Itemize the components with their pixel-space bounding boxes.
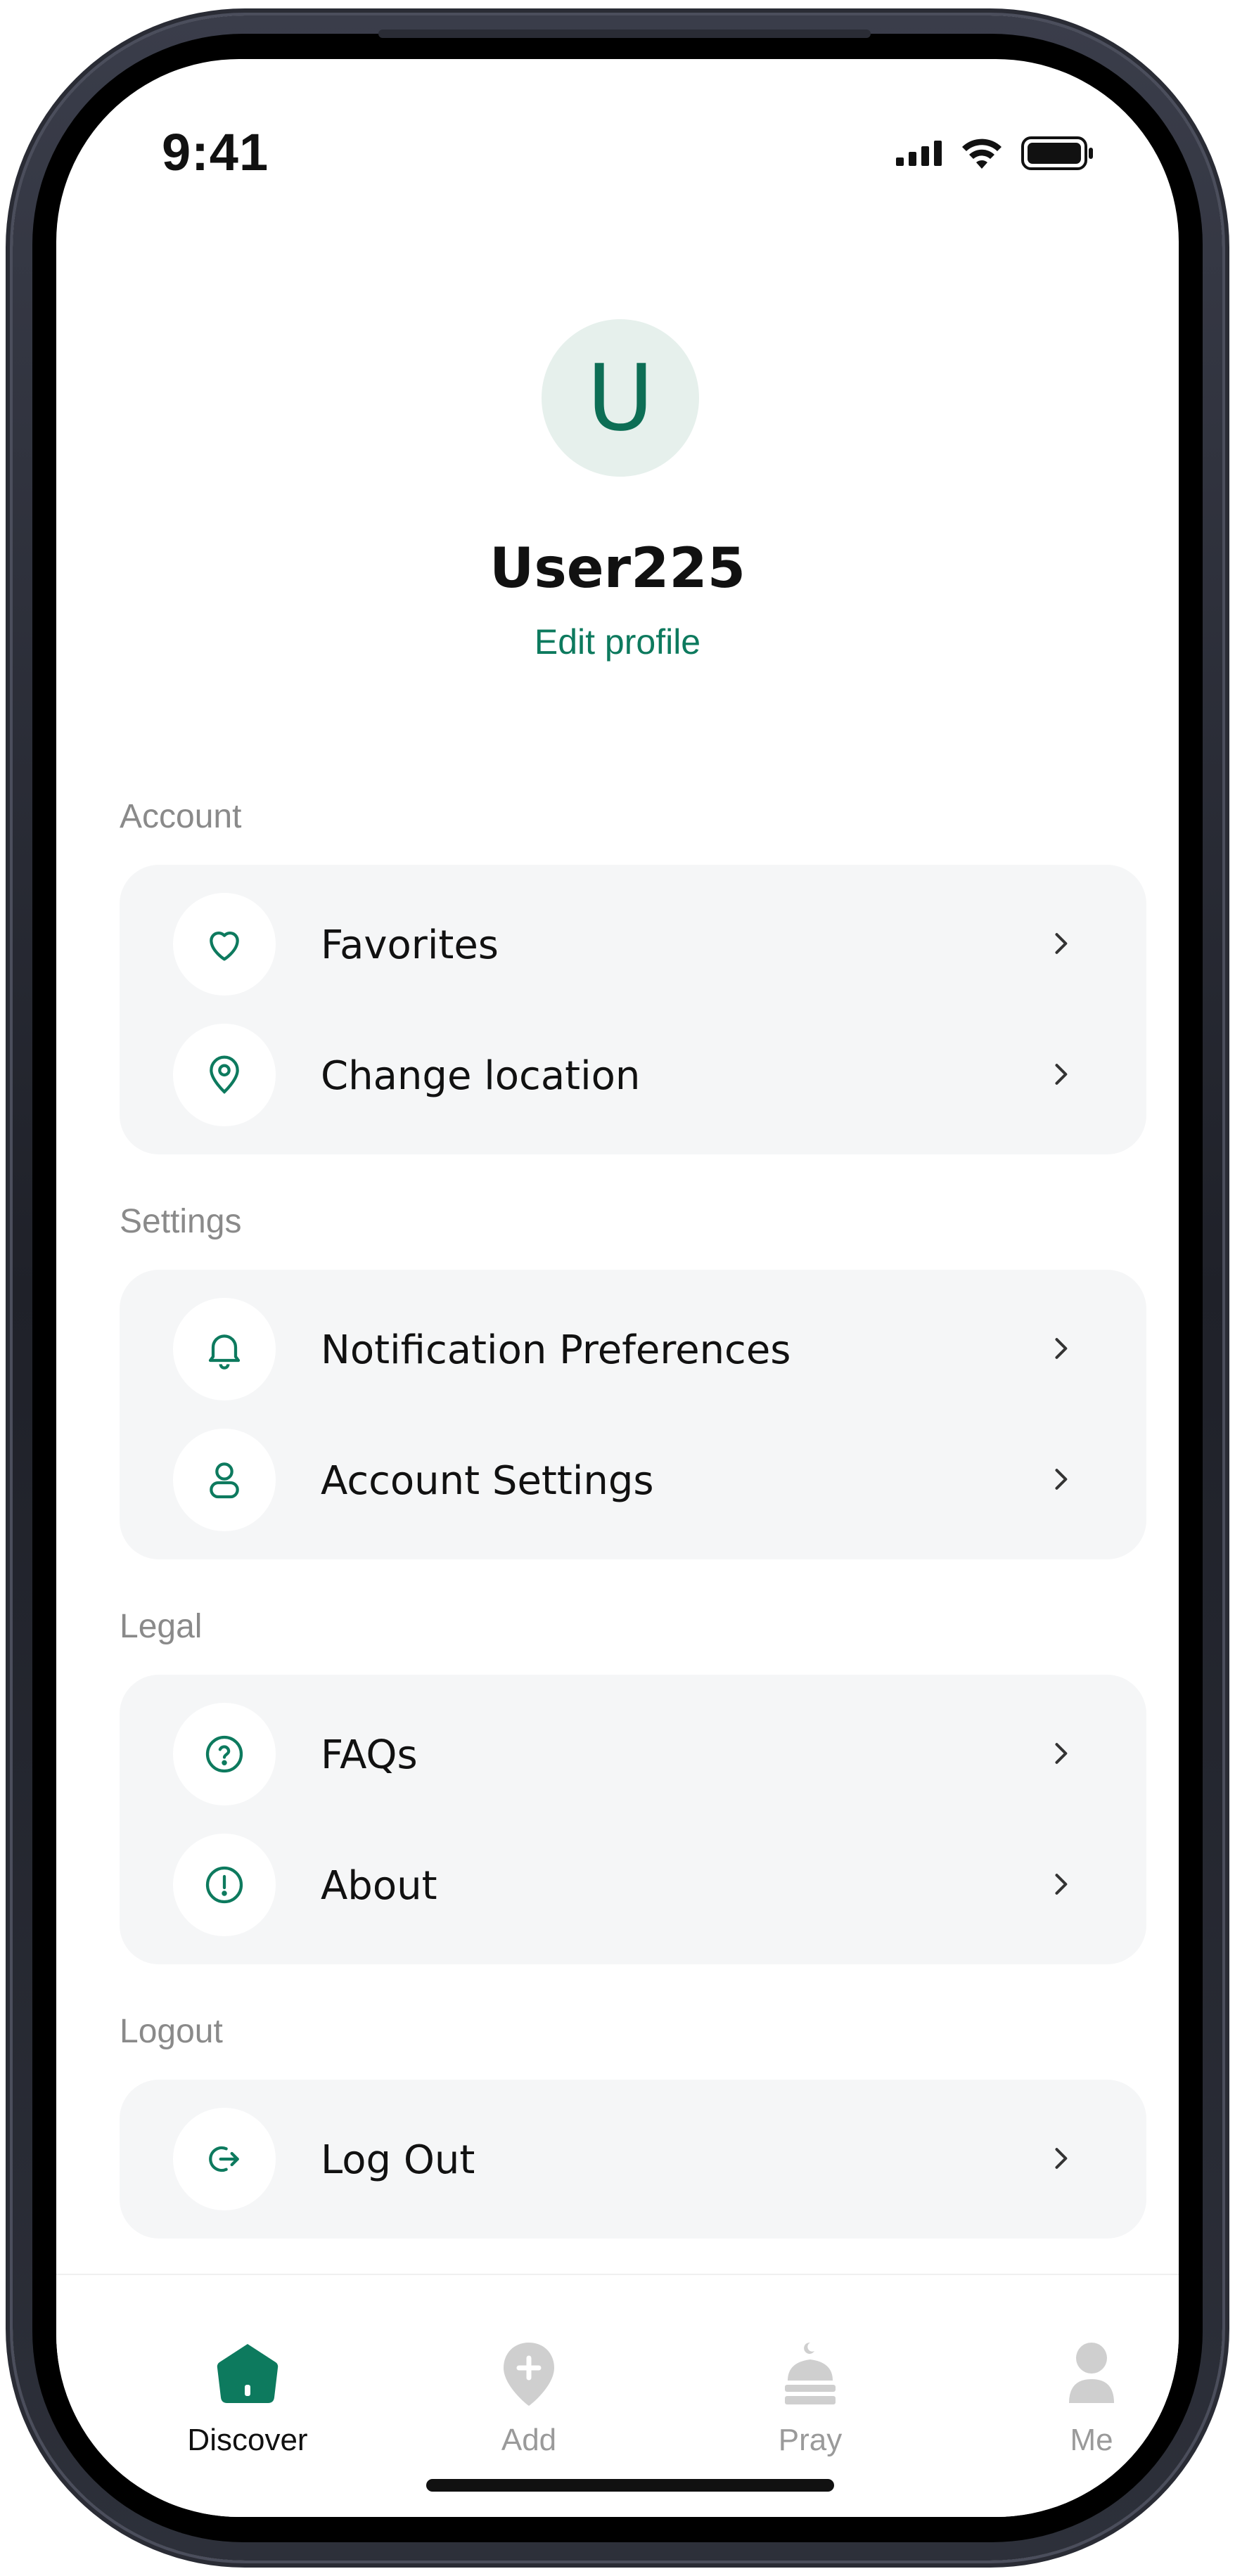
menu-item-label: Favorites: [321, 922, 499, 968]
menu-item-change-location[interactable]: Change location: [120, 1010, 1146, 1140]
settings-card: Notification Preferences Account Setting…: [120, 1270, 1146, 1559]
menu-item-notification-preferences[interactable]: Notification Preferences: [120, 1284, 1146, 1415]
edit-profile-link[interactable]: Edit profile: [56, 622, 1179, 662]
person-icon: [1069, 2343, 1114, 2403]
bell-icon: [173, 1298, 276, 1400]
battery-icon: [1021, 136, 1093, 170]
location-pin-icon: [173, 1024, 276, 1126]
chevron-right-icon: [1055, 1338, 1068, 1359]
menu-item-label: Log Out: [321, 2137, 475, 2183]
legal-card: FAQs About: [120, 1675, 1146, 1964]
logout-icon: [173, 2108, 276, 2210]
tab-label: Add: [501, 2423, 557, 2457]
menu-item-label: Change location: [321, 1053, 641, 1099]
wifi-icon: [962, 139, 1002, 169]
add-pin-icon: [504, 2343, 554, 2406]
section-title-legal: Legal: [120, 1608, 203, 1645]
chevron-right-icon: [1055, 2148, 1068, 2169]
screen: 9:41 U User225 Edit profile Account Favo…: [56, 59, 1179, 2517]
status-icons: [896, 136, 1094, 170]
tab-label: Pray: [778, 2423, 843, 2457]
section-title-account: Account: [120, 798, 242, 835]
status-time: 9:41: [162, 123, 269, 181]
info-circle-icon: [173, 1834, 276, 1936]
username: User225: [489, 537, 746, 600]
chevron-right-icon: [1055, 1874, 1068, 1895]
account-card: Favorites Change location: [120, 865, 1146, 1154]
tab-label: Discover: [187, 2423, 308, 2457]
tab-add[interactable]: Add: [423, 2275, 634, 2458]
chevron-right-icon: [1055, 1743, 1068, 1764]
menu-item-label: Account Settings: [321, 1458, 654, 1504]
menu-item-label: Notification Preferences: [321, 1327, 791, 1373]
phone-top-edge: [378, 30, 871, 38]
home-icon: [217, 2344, 279, 2403]
menu-item-about[interactable]: About: [120, 1820, 1146, 1950]
chevron-right-icon: [1055, 1064, 1068, 1085]
menu-item-account-settings[interactable]: Account Settings: [120, 1415, 1146, 1545]
menu-item-faqs[interactable]: FAQs: [120, 1689, 1146, 1820]
tab-me[interactable]: Me: [986, 2275, 1179, 2458]
menu-item-label: About: [321, 1863, 437, 1909]
chevron-right-icon: [1055, 1469, 1068, 1490]
menu-item-favorites[interactable]: Favorites: [120, 879, 1146, 1010]
mosque-icon: [785, 2342, 836, 2404]
menu-item-label: FAQs: [321, 1732, 418, 1778]
user-icon: [173, 1429, 276, 1531]
phone-frame: 9:41 U User225 Edit profile Account Favo…: [13, 15, 1222, 2561]
section-title-logout: Logout: [120, 2013, 223, 2050]
tab-pray[interactable]: Pray: [705, 2275, 916, 2458]
chevron-right-icon: [1055, 933, 1068, 954]
home-indicator[interactable]: [426, 2479, 834, 2492]
avatar[interactable]: U: [542, 319, 699, 477]
section-title-settings: Settings: [120, 1203, 242, 1240]
menu-item-log-out[interactable]: Log Out: [120, 2094, 1146, 2224]
logout-card: Log Out: [120, 2080, 1146, 2239]
avatar-initial: U: [587, 344, 654, 451]
status-bar: 9:41: [56, 59, 1179, 221]
question-circle-icon: [173, 1703, 276, 1805]
heart-icon: [173, 893, 276, 996]
tab-label: Me: [1070, 2423, 1113, 2457]
tab-discover[interactable]: Discover: [142, 2275, 353, 2458]
signal-icon: [896, 141, 942, 166]
